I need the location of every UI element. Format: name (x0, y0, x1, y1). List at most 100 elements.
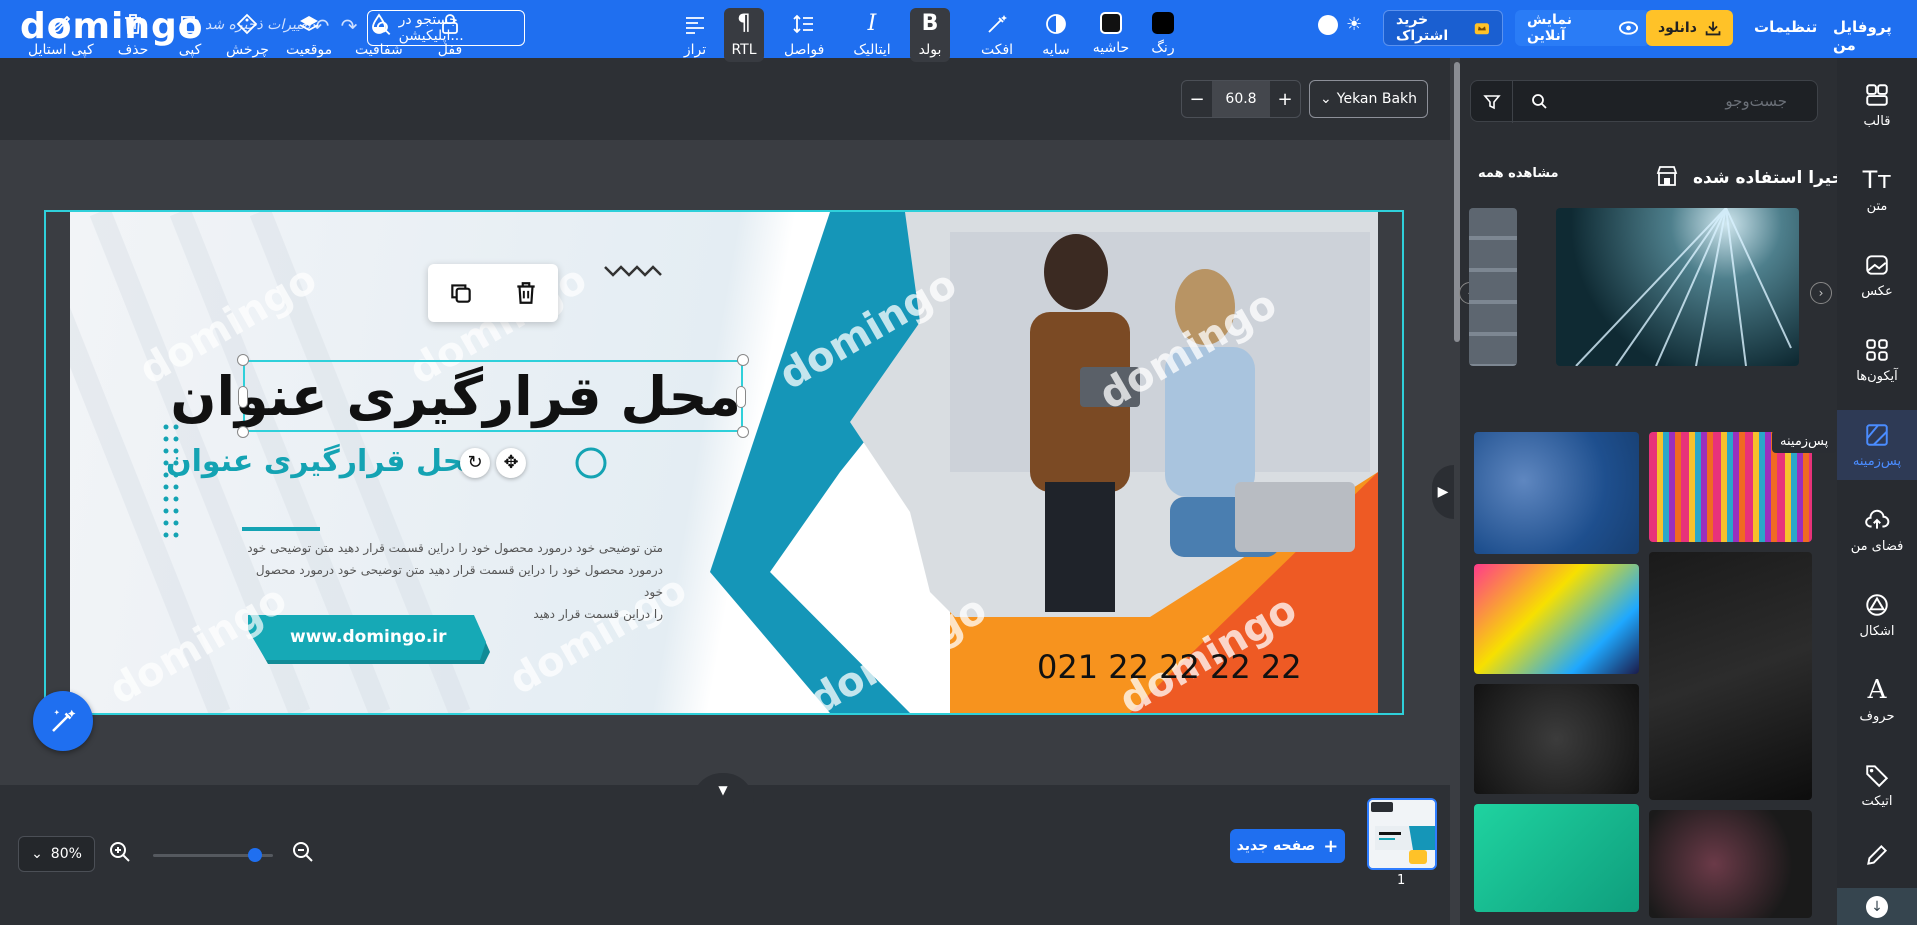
design-body-text[interactable]: متن توضیحی خود درمورد محصول خود را دراین… (243, 537, 663, 625)
trash-icon[interactable] (513, 280, 539, 306)
resize-handle[interactable] (737, 426, 749, 438)
drop-icon (371, 13, 386, 34)
rtl-label: RTL (731, 42, 757, 58)
theme-toggle[interactable]: ☀ (1318, 14, 1362, 35)
background-thumbnail[interactable] (1649, 552, 1812, 800)
recent-asset-thumbnail[interactable] (1556, 208, 1799, 366)
rail-item-letters[interactable]: A حروف (1837, 665, 1917, 735)
resize-handle[interactable] (737, 354, 749, 366)
download-label: دانلود (1658, 20, 1697, 36)
rail-item-sticker[interactable]: اتیکت (1837, 750, 1917, 820)
font-family-select[interactable]: ⌄ Yekan Bakh (1309, 80, 1428, 118)
live-preview-button[interactable]: نمایش آنلاین (1515, 10, 1650, 46)
rail-item-my-space[interactable]: فضای من (1837, 495, 1917, 565)
position-tool[interactable]: موقعیت (286, 12, 332, 58)
magic-wand-icon (988, 15, 1007, 33)
bold-tool[interactable]: B بولد (910, 8, 950, 62)
recent-asset-thumbnail[interactable] (1469, 208, 1517, 366)
new-page-button[interactable]: صفحه جدید + (1230, 829, 1345, 863)
settings-link[interactable]: تنظیمات (1754, 18, 1817, 36)
effect-tool[interactable]: افکت (977, 12, 1017, 58)
background-thumbnail[interactable] (1649, 810, 1812, 918)
pilcrow-icon: ¶ (737, 11, 751, 36)
resize-handle[interactable] (237, 354, 249, 366)
text-icon: Tт (1862, 165, 1892, 194)
selected-text-box[interactable]: محل قرارگیری عنوان (170, 360, 743, 432)
design-canvas[interactable]: domingo domingo domingo domingo domingo … (70, 212, 1378, 713)
resize-handle[interactable] (237, 426, 249, 438)
magic-wand-icon (52, 709, 76, 732)
italic-tool[interactable]: I ایتالیک (852, 12, 892, 59)
copy-style-label: کپی استایل (28, 42, 94, 58)
duplicate-icon[interactable] (448, 280, 474, 306)
rail-item-background[interactable]: پس‌زمینه (1837, 410, 1917, 480)
zoom-in-icon[interactable] (108, 840, 132, 864)
resize-handle[interactable] (238, 386, 248, 408)
move-handle-icon[interactable]: ✥ (496, 448, 526, 478)
shadow-icon (1046, 14, 1066, 34)
rail-item-shapes[interactable]: اشکال (1837, 580, 1917, 650)
rail-item-icons[interactable]: آیکون‌ها (1837, 325, 1917, 395)
filter-icon[interactable] (1471, 81, 1513, 123)
see-all-link[interactable]: مشاهده همه (1478, 166, 1559, 181)
border-swatch (1100, 12, 1122, 34)
light-beams-image (1575, 208, 1792, 366)
rail-item-image[interactable]: عکس (1837, 240, 1917, 310)
brush-icon (52, 15, 71, 33)
download-button[interactable]: دانلود (1646, 10, 1733, 46)
page-thumbnail-preview (1369, 800, 1435, 868)
align-tool[interactable]: تراز (675, 12, 715, 58)
resize-handle[interactable] (736, 386, 746, 408)
panel-scrollbar[interactable] (1454, 62, 1460, 342)
rail-item-draw[interactable] (1837, 830, 1917, 880)
rotate-tool[interactable]: چرخش (226, 12, 269, 58)
zoom-select[interactable]: ⌄ 80% (18, 836, 95, 872)
magic-tool-button[interactable] (33, 691, 93, 751)
spacing-tool[interactable]: فواصل (784, 12, 824, 58)
background-thumbnail[interactable] (1474, 432, 1639, 554)
copy-tool[interactable]: کپی (170, 12, 210, 58)
asset-search-field[interactable]: جست‌وجو (1470, 80, 1818, 123)
subscribe-button[interactable]: خرید اشتراک (1383, 10, 1503, 46)
background-thumbnail[interactable] (1474, 804, 1639, 912)
delete-tool[interactable]: حذف (113, 12, 153, 58)
zoom-out-icon[interactable] (291, 840, 315, 864)
design-subtitle[interactable]: محل قرارگیری عنوان (166, 444, 483, 479)
background-thumbnail[interactable] (1474, 684, 1639, 794)
layers-icon (299, 16, 319, 32)
font-size-stepper[interactable]: − 60.8 + (1181, 80, 1301, 118)
opacity-tool[interactable]: شفافیت (355, 12, 403, 58)
bold-label: بولد (918, 42, 942, 58)
sun-icon: ☀ (1346, 14, 1363, 35)
live-preview-label: نمایش آنلاین (1527, 12, 1572, 44)
increase-size-button[interactable]: + (1270, 89, 1300, 110)
color-tool[interactable]: رنگ (1143, 12, 1183, 56)
copy-style-tool[interactable]: کپی استایل (28, 12, 94, 58)
rotate-handle-icon[interactable]: ↻ (460, 448, 490, 478)
lock-icon (442, 14, 458, 34)
border-label: حاشیه (1092, 40, 1130, 56)
rail-tooltip: پس‌زمینه (1772, 430, 1837, 453)
background-thumbnail[interactable] (1474, 564, 1639, 674)
font-size-value[interactable]: 60.8 (1212, 81, 1270, 117)
rail-item-label: فضای من (1850, 538, 1904, 554)
rail-item-text[interactable]: Tт متن (1837, 155, 1917, 225)
page-thumbnail[interactable] (1367, 798, 1437, 870)
lock-tool[interactable]: قفل (430, 12, 470, 58)
rail-item-template[interactable]: قالب (1837, 70, 1917, 140)
design-phone[interactable]: 021 22 22 22 22 (1037, 648, 1302, 686)
chevron-right-icon[interactable]: › (1810, 282, 1832, 304)
shadow-tool[interactable]: سایه (1036, 12, 1076, 58)
upload-icon (1865, 509, 1890, 529)
profile-link[interactable]: پروفایل من (1833, 18, 1917, 54)
design-title[interactable]: محل قرارگیری عنوان (170, 365, 741, 428)
design-website[interactable]: www.domingo.ir (290, 627, 447, 647)
border-tool[interactable]: حاشیه (1091, 12, 1131, 56)
rail-scroll-down[interactable]: ↓ (1837, 888, 1917, 925)
delete-label: حذف (117, 42, 149, 58)
zoom-slider-knob[interactable] (248, 848, 262, 862)
decrease-size-button[interactable]: − (1182, 89, 1212, 110)
download-icon (1705, 21, 1721, 36)
background-icon (1866, 423, 1888, 446)
rtl-tool[interactable]: ¶ RTL (724, 8, 764, 62)
